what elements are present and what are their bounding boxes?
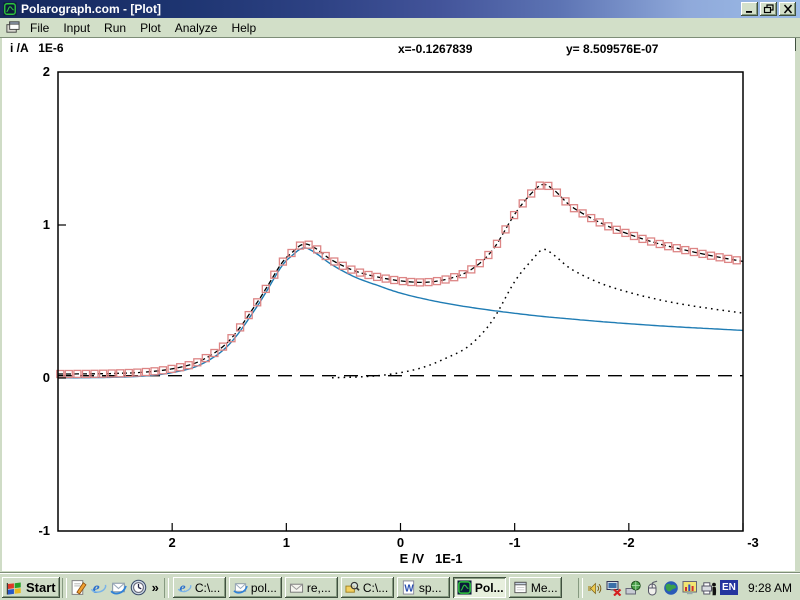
task-button-label: C:\... <box>195 581 220 595</box>
network-disconnected-icon[interactable] <box>606 579 623 596</box>
taskbar-divider <box>62 578 67 598</box>
task-button-label: re,... <box>307 581 331 595</box>
svg-text:e: e <box>93 580 100 596</box>
x-tick-label: -3 <box>733 535 773 550</box>
mail-icon <box>289 580 304 595</box>
task-button-label: Me... <box>531 581 558 595</box>
quick-launch-document-pencil-icon[interactable] <box>69 578 89 598</box>
windows-flag-icon <box>6 579 23 596</box>
y-tick-label: 1 <box>10 217 50 232</box>
mouse-icon[interactable] <box>644 579 661 596</box>
svg-text:W: W <box>404 583 414 594</box>
cursor-x-readout: x=-0.1267839 <box>398 42 472 56</box>
restore-button[interactable] <box>760 2 777 16</box>
minimize-button[interactable] <box>741 2 758 16</box>
taskbar: Start e » e C:\... pol... re,... C:\... Wsp..… <box>0 573 800 600</box>
printer-icon[interactable] <box>701 579 718 596</box>
quick-launch-outlook-express-icon[interactable] <box>109 578 129 598</box>
quick-launch-bar: e <box>69 578 149 598</box>
menu-item-file[interactable]: File <box>23 20 56 36</box>
window-title: Polarograph.com - [Plot] <box>21 2 161 16</box>
cursor-y-readout: y= 8.509576E-07 <box>566 42 658 56</box>
menu-bar: FileInputRunPlotAnalyzeHelp <box>0 18 800 38</box>
task-button-sp[interactable]: Wsp... <box>397 577 450 598</box>
x-tick-label: 2 <box>152 535 192 550</box>
desktop: Polarograph.com - [Plot] FileInputRunPlo… <box>0 0 800 600</box>
quick-launch-media-clock-icon[interactable] <box>129 578 149 598</box>
task-button-me[interactable]: Me... <box>509 577 562 598</box>
system-tray <box>587 579 718 596</box>
task-button-label: C:\... <box>363 581 388 595</box>
polarograph-icon <box>457 580 472 595</box>
svg-text:e: e <box>179 580 185 595</box>
tray-divider <box>578 578 583 598</box>
quick-launch-overflow-chevron[interactable]: » <box>149 580 162 595</box>
x-axis-label: E /V 1E-1 <box>376 551 486 566</box>
task-button-area: e C:\... pol... re,... C:\... Wsp... Pol... Me.… <box>173 577 562 598</box>
title-bar[interactable]: Polarograph.com - [Plot] <box>0 0 800 18</box>
word-icon: W <box>401 580 416 595</box>
device-globe-icon[interactable] <box>625 579 642 596</box>
task-button-pol[interactable]: Pol... <box>453 577 506 598</box>
task-button-pol[interactable]: pol... <box>229 577 282 598</box>
window-icon <box>513 580 528 595</box>
x-tick-label: 1 <box>266 535 306 550</box>
task-button-c[interactable]: C:\... <box>341 577 394 598</box>
search-icon <box>345 580 360 595</box>
outlook-express-icon <box>233 580 248 595</box>
x-tick-label: -2 <box>609 535 649 550</box>
x-tick-label: -1 <box>495 535 535 550</box>
volume-icon[interactable] <box>587 579 604 596</box>
menu-item-run[interactable]: Run <box>97 20 133 36</box>
close-button[interactable] <box>779 2 796 16</box>
polarograph-icon[interactable] <box>3 2 17 16</box>
display-chart-icon[interactable] <box>682 579 699 596</box>
y-tick-label: 2 <box>10 64 50 79</box>
task-button-re[interactable]: re,... <box>285 577 338 598</box>
start-button[interactable]: Start <box>2 577 60 598</box>
menu-item-plot[interactable]: Plot <box>133 20 168 36</box>
taskbar-clock[interactable]: 9:28 AM <box>740 581 800 595</box>
x-tick-label: 0 <box>381 535 421 550</box>
language-indicator[interactable]: EN <box>720 580 738 595</box>
y-tick-label: -1 <box>10 523 50 538</box>
menu-item-analyze[interactable]: Analyze <box>168 20 225 36</box>
menu-item-help[interactable]: Help <box>224 20 263 36</box>
task-button-label: sp... <box>419 581 442 595</box>
task-button-c[interactable]: e C:\... <box>173 577 226 598</box>
quick-launch-internet-explorer-icon[interactable]: e <box>89 578 109 598</box>
plot-client-area[interactable] <box>2 38 795 571</box>
globe-icon[interactable] <box>663 579 680 596</box>
task-button-label: pol... <box>251 581 277 595</box>
menu-item-input[interactable]: Input <box>56 20 97 36</box>
taskbar-divider <box>164 578 169 598</box>
plot-document-icon[interactable] <box>5 20 20 35</box>
y-axis-header: i /A 1E-6 <box>10 41 64 55</box>
internet-explorer-icon: e <box>177 580 192 595</box>
start-label: Start <box>26 580 56 595</box>
task-button-label: Pol... <box>475 581 504 595</box>
y-tick-label: 0 <box>10 370 50 385</box>
